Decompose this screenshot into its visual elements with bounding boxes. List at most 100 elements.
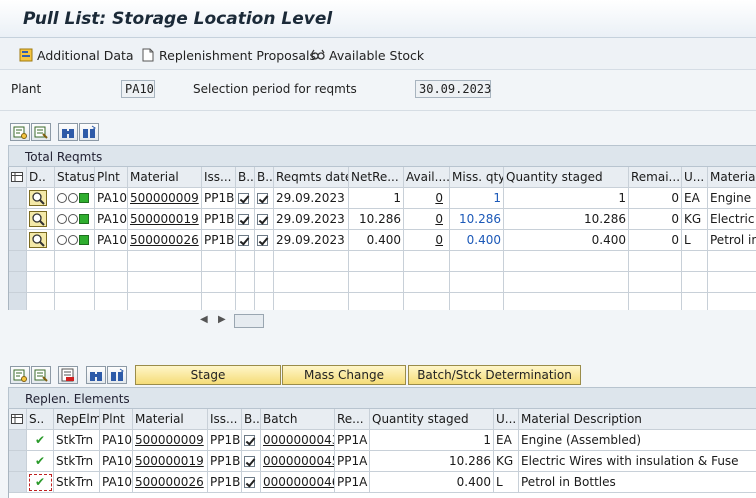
checkbox[interactable] <box>255 209 274 230</box>
col-header[interactable]: RepElm <box>54 409 100 430</box>
row-selector[interactable] <box>9 209 27 230</box>
scroll-thumb[interactable] <box>234 314 264 328</box>
col-header[interactable]: Re... <box>335 409 370 430</box>
table-row[interactable]: ✔ StkTrn PA10 500000026 PP1B 0000000046 … <box>9 472 756 493</box>
scroll-right-icon[interactable]: ▶ <box>218 314 226 325</box>
display-button[interactable] <box>31 123 51 141</box>
replenishment-proposals-button[interactable]: Replenishment Proposals <box>141 46 316 64</box>
checkbox[interactable] <box>242 430 261 451</box>
stage-button[interactable]: Stage <box>135 365 281 385</box>
batch-link[interactable]: 0000000046 <box>261 472 335 493</box>
table-row[interactable]: PA10 500000026 PP1B 29.09.2023 0.400 0 0… <box>9 230 756 251</box>
col-header[interactable]: U... <box>494 409 519 430</box>
col-header[interactable]: Quantity staged <box>370 409 494 430</box>
col-header[interactable]: Iss... <box>202 167 236 188</box>
avail-link[interactable]: 0 <box>404 188 450 209</box>
delete-button[interactable] <box>58 366 78 384</box>
binoculars-next-icon <box>111 368 124 381</box>
scroll-left-icon[interactable]: ◀ <box>200 314 208 325</box>
delete-icon <box>61 368 74 382</box>
col-header[interactable]: Material <box>128 167 202 188</box>
col-header[interactable]: Miss. qty <box>450 167 504 188</box>
row-selector[interactable] <box>9 430 27 451</box>
col-header[interactable]: Material <box>133 409 208 430</box>
col-header[interactable]: NetRe... <box>349 167 404 188</box>
col-header[interactable]: Material Description <box>519 409 756 430</box>
material-link[interactable]: 500000019 <box>128 209 202 230</box>
detail-icon[interactable] <box>27 230 55 251</box>
checkbox[interactable] <box>236 209 255 230</box>
material-link[interactable]: 500000009 <box>133 430 208 451</box>
col-header[interactable]: D.. <box>27 167 55 188</box>
status-lights <box>55 209 95 230</box>
find-next-button-2[interactable] <box>107 366 127 384</box>
plant-field[interactable]: PA10 <box>121 80 155 98</box>
col-header[interactable]: S.. <box>27 409 54 430</box>
checkmark-icon: ✔ <box>27 430 54 451</box>
mass-change-button[interactable]: Mass Change <box>282 365 406 385</box>
selection-period-field[interactable]: 30.09.2023 <box>415 80 491 98</box>
table-header-row: S.. RepElm Plnt Material Iss... B.. Batc… <box>9 409 756 430</box>
plant-label: Plant <box>11 82 42 96</box>
table-settings-icon[interactable] <box>9 409 27 430</box>
batch-link[interactable]: 0000000045 <box>261 451 335 472</box>
batch-link[interactable]: 0000000043 <box>261 430 335 451</box>
checkbox[interactable] <box>236 188 255 209</box>
details-button[interactable] <box>10 123 30 141</box>
checkbox[interactable] <box>242 472 261 493</box>
divider <box>0 110 756 111</box>
table-row[interactable]: PA10 500000009 PP1B 29.09.2023 1 0 1 1 0… <box>9 188 756 209</box>
display-button-2[interactable] <box>31 366 51 384</box>
col-header[interactable]: Plnt <box>100 409 133 430</box>
col-header[interactable]: Remai... <box>629 167 682 188</box>
horizontal-scrollbar[interactable]: ◀ ▶ <box>8 310 756 332</box>
col-header[interactable]: B.. <box>255 167 274 188</box>
row-selector[interactable] <box>9 451 27 472</box>
detail-icon[interactable] <box>27 188 55 209</box>
additional-data-icon <box>19 48 33 62</box>
col-header[interactable]: Batch <box>261 409 335 430</box>
col-header[interactable]: Avail.... <box>404 167 450 188</box>
total-reqmts-header: Total Reqmts <box>8 145 756 167</box>
table-settings-icon[interactable] <box>9 167 27 188</box>
material-link[interactable]: 500000009 <box>128 188 202 209</box>
batch-determination-button[interactable]: Batch/Stck Determination <box>408 365 581 385</box>
checkbox[interactable] <box>236 230 255 251</box>
detail-icon[interactable] <box>27 209 55 230</box>
details-button-2[interactable] <box>10 366 30 384</box>
row-selector[interactable] <box>9 472 27 493</box>
col-header[interactable]: Iss... <box>208 409 242 430</box>
checkbox[interactable] <box>255 188 274 209</box>
find-button-2[interactable] <box>86 366 106 384</box>
checkbox[interactable] <box>242 451 261 472</box>
additional-data-button[interactable]: Additional Data <box>19 46 134 64</box>
col-header[interactable]: U... <box>682 167 708 188</box>
col-header[interactable]: Material D <box>708 167 756 188</box>
col-header[interactable]: Quantity staged <box>504 167 629 188</box>
avail-link[interactable]: 0 <box>404 209 450 230</box>
table-row[interactable]: ✔ StkTrn PA10 500000019 PP1B 0000000045 … <box>9 451 756 472</box>
col-header[interactable]: B.. <box>236 167 255 188</box>
details-icon <box>13 126 27 139</box>
checkbox[interactable] <box>255 230 274 251</box>
row-selector[interactable] <box>9 230 27 251</box>
col-header[interactable]: B.. <box>242 409 261 430</box>
row-selector[interactable] <box>9 188 27 209</box>
find-next-button[interactable] <box>79 123 99 141</box>
table-row[interactable]: ✔ StkTrn PA10 500000009 PP1B 0000000043 … <box>9 430 756 451</box>
col-header[interactable]: Status <box>55 167 95 188</box>
avail-link[interactable]: 0 <box>404 230 450 251</box>
available-stock-button[interactable]: Available Stock <box>311 46 424 64</box>
material-link[interactable]: 500000019 <box>133 451 208 472</box>
find-button[interactable] <box>58 123 78 141</box>
material-link[interactable]: 500000026 <box>128 230 202 251</box>
col-header[interactable]: Plnt <box>95 167 128 188</box>
display-icon <box>34 126 48 139</box>
material-link[interactable]: 500000026 <box>133 472 208 493</box>
quantity-staged-input[interactable]: 10.286 <box>504 209 629 230</box>
quantity-staged-input[interactable]: 1 <box>504 188 629 209</box>
quantity-staged-input[interactable]: 0.400 <box>504 230 629 251</box>
display-icon <box>34 369 48 382</box>
col-header[interactable]: Reqmts date <box>274 167 349 188</box>
table-row[interactable]: PA10 500000019 PP1B 29.09.2023 10.286 0 … <box>9 209 756 230</box>
